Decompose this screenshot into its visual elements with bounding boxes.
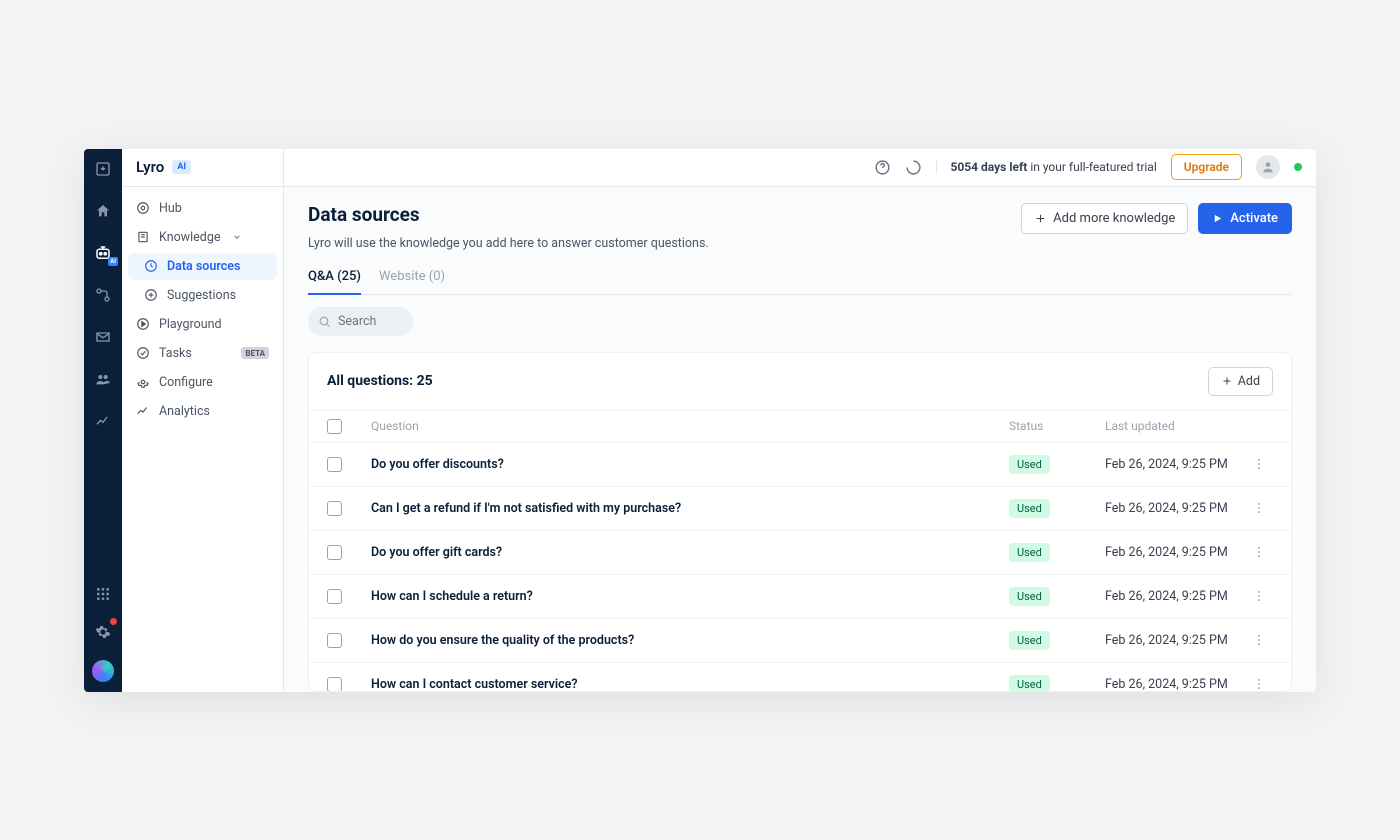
table-row[interactable]: How can I contact customer service? Used…	[309, 663, 1291, 691]
content-area: Data sources Lyro will use the knowledge…	[284, 187, 1316, 692]
tab-website[interactable]: Website (0)	[379, 269, 445, 294]
row-question: How do you ensure the quality of the pro…	[371, 633, 1009, 648]
nav-playground-label: Playground	[159, 317, 222, 332]
main-panel: 5054 days left in your full-featured tri…	[284, 149, 1316, 692]
nav-data-sources-label: Data sources	[167, 259, 240, 274]
nav-data-sources[interactable]: Data sources	[128, 253, 277, 280]
row-checkbox[interactable]	[327, 545, 342, 560]
table-row[interactable]: Do you offer discounts? Used Feb 26, 202…	[309, 443, 1291, 487]
tabs: Q&A (25) Website (0)	[308, 269, 1292, 295]
rail-mail-icon[interactable]	[93, 327, 113, 347]
col-status: Status	[1009, 419, 1105, 433]
icon-rail: AI	[84, 149, 122, 692]
notification-dot	[110, 618, 117, 625]
add-knowledge-button[interactable]: Add more knowledge	[1021, 203, 1188, 234]
nav-suggestions[interactable]: Suggestions	[128, 282, 277, 309]
row-date: Feb 26, 2024, 9:25 PM	[1105, 457, 1245, 472]
ai-badge: AI	[172, 160, 191, 174]
rail-inbox-icon[interactable]	[93, 159, 113, 179]
row-question: How can I contact customer service?	[371, 677, 1009, 691]
status-badge: Used	[1009, 543, 1050, 562]
upgrade-button[interactable]: Upgrade	[1171, 154, 1242, 180]
app-window: AI Lyro AI Hub Knowledge Data sources Su…	[84, 149, 1316, 692]
row-question: Do you offer gift cards?	[371, 545, 1009, 560]
plus-icon	[1034, 212, 1047, 225]
nav-knowledge-label: Knowledge	[159, 230, 221, 245]
row-date: Feb 26, 2024, 9:25 PM	[1105, 633, 1245, 648]
nav-playground[interactable]: Playground	[128, 311, 277, 338]
nav-knowledge[interactable]: Knowledge	[128, 224, 277, 251]
select-all-checkbox[interactable]	[327, 419, 342, 434]
row-question: Can I get a refund if I'm not satisfied …	[371, 501, 1009, 516]
row-date: Feb 26, 2024, 9:25 PM	[1105, 677, 1245, 691]
plus-icon	[1221, 375, 1233, 387]
nav-suggestions-label: Suggestions	[167, 288, 236, 303]
row-checkbox[interactable]	[327, 457, 342, 472]
activate-button[interactable]: Activate	[1198, 203, 1292, 234]
more-icon[interactable]	[1252, 677, 1266, 691]
table-row[interactable]: How do you ensure the quality of the pro…	[309, 619, 1291, 663]
row-checkbox[interactable]	[327, 633, 342, 648]
table-row[interactable]: Do you offer gift cards? Used Feb 26, 20…	[309, 531, 1291, 575]
rail-flows-icon[interactable]	[93, 285, 113, 305]
status-badge: Used	[1009, 675, 1050, 691]
brand-name: Lyro	[136, 158, 164, 176]
nav-tasks[interactable]: Tasks BETA	[128, 340, 277, 367]
secondary-nav: Lyro AI Hub Knowledge Data sources Sugge…	[122, 149, 284, 692]
play-icon	[1212, 213, 1223, 224]
row-checkbox[interactable]	[327, 677, 342, 691]
rail-apps-icon[interactable]	[93, 584, 113, 604]
row-checkbox[interactable]	[327, 589, 342, 604]
brand-bar: Lyro AI	[122, 149, 283, 187]
nav-hub-label: Hub	[159, 201, 182, 216]
row-checkbox[interactable]	[327, 501, 342, 516]
tab-qa[interactable]: Q&A (25)	[308, 269, 361, 295]
col-question: Question	[371, 419, 1009, 433]
table-header: Question Status Last updated	[309, 410, 1291, 443]
status-badge: Used	[1009, 455, 1050, 474]
more-icon[interactable]	[1252, 457, 1266, 471]
rail-bot-icon[interactable]: AI	[93, 243, 113, 263]
user-avatar[interactable]	[1256, 155, 1280, 179]
more-icon[interactable]	[1252, 501, 1266, 515]
rail-settings-icon[interactable]	[93, 622, 113, 642]
more-icon[interactable]	[1252, 545, 1266, 559]
row-question: Do you offer discounts?	[371, 457, 1009, 472]
nav-hub[interactable]: Hub	[128, 195, 277, 222]
more-icon[interactable]	[1252, 633, 1266, 647]
rail-analytics-icon[interactable]	[93, 411, 113, 431]
more-icon[interactable]	[1252, 589, 1266, 603]
add-question-button[interactable]: Add	[1208, 367, 1273, 396]
status-badge: Used	[1009, 587, 1050, 606]
status-badge: Used	[1009, 499, 1050, 518]
nav-tasks-label: Tasks	[159, 346, 192, 361]
status-badge: Used	[1009, 631, 1050, 650]
nav-analytics-label: Analytics	[159, 404, 210, 419]
rail-contacts-icon[interactable]	[93, 369, 113, 389]
page-title: Data sources	[308, 203, 709, 226]
chevron-down-icon	[232, 232, 242, 242]
search-icon	[318, 315, 331, 328]
table-row[interactable]: Can I get a refund if I'm not satisfied …	[309, 487, 1291, 531]
card-title: All questions: 25	[327, 373, 433, 389]
questions-card: All questions: 25 Add Question Status La…	[308, 352, 1292, 692]
rail-home-icon[interactable]	[93, 201, 113, 221]
beta-badge: BETA	[241, 347, 269, 359]
presence-indicator	[1294, 163, 1302, 171]
help-icon[interactable]	[874, 159, 891, 176]
rail-profile-avatar[interactable]	[92, 660, 114, 682]
loading-icon[interactable]	[905, 159, 922, 176]
nav-configure[interactable]: Configure	[128, 369, 277, 396]
row-question: How can I schedule a return?	[371, 589, 1009, 604]
nav-analytics[interactable]: Analytics	[128, 398, 277, 425]
top-bar: 5054 days left in your full-featured tri…	[284, 149, 1316, 187]
row-date: Feb 26, 2024, 9:25 PM	[1105, 545, 1245, 560]
table-row[interactable]: How can I schedule a return? Used Feb 26…	[309, 575, 1291, 619]
row-date: Feb 26, 2024, 9:25 PM	[1105, 501, 1245, 516]
page-subtitle: Lyro will use the knowledge you add here…	[308, 236, 709, 251]
trial-text: 5054 days left in your full-featured tri…	[936, 160, 1157, 174]
col-updated: Last updated	[1105, 419, 1245, 433]
nav-configure-label: Configure	[159, 375, 213, 390]
row-date: Feb 26, 2024, 9:25 PM	[1105, 589, 1245, 604]
